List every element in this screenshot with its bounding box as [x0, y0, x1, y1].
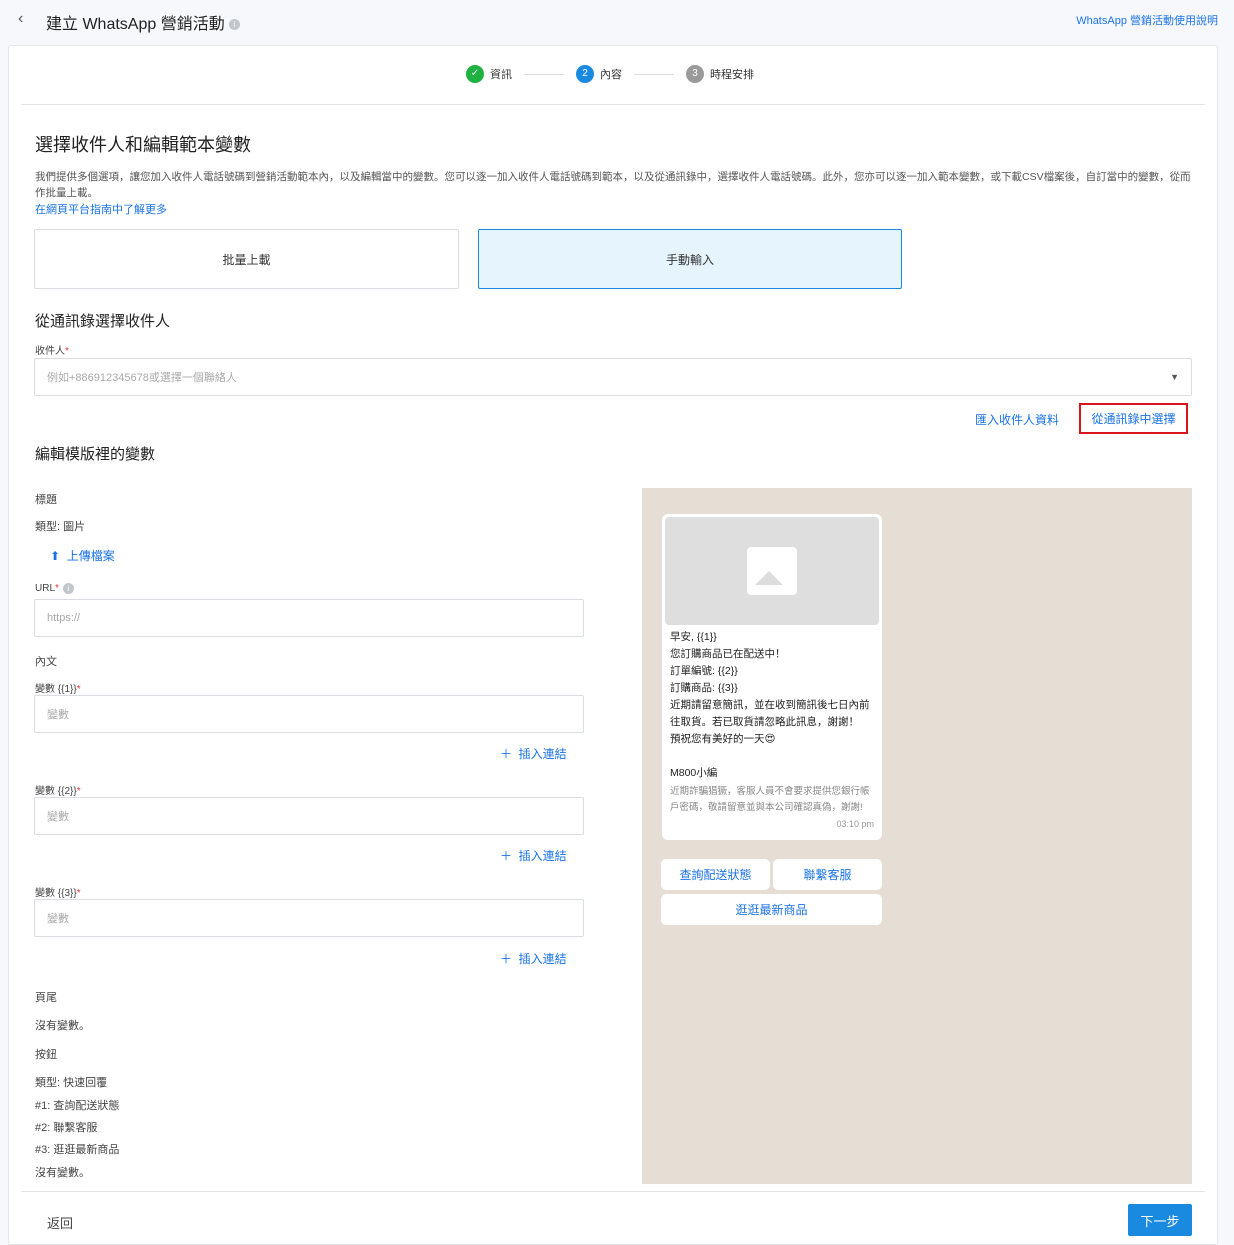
select-from-contacts-link[interactable]: 從通訊錄中選擇	[1079, 403, 1188, 434]
learn-more-link[interactable]: 在網頁平台指南中了解更多	[35, 201, 167, 217]
variable-3-input[interactable]: 變數	[34, 899, 584, 937]
upload-icon: ⬆	[50, 549, 61, 563]
recipients-label: 收件人*	[35, 346, 69, 357]
page-title: 建立 WhatsApp 營銷活動 i	[46, 10, 240, 34]
variable-1-label: 變數 {{1}}*	[35, 684, 81, 695]
import-recipients-link[interactable]: 匯入收件人資料	[975, 411, 1059, 428]
recipients-input[interactable]: 例如+886912345678或選擇一個聯絡人 ▼	[34, 358, 1192, 396]
body-label: 內文	[35, 656, 57, 668]
variable-3-label: 變數 {{3}}*	[35, 888, 81, 899]
step-schedule: 3 時程安排	[686, 65, 754, 83]
variable-2-input[interactable]: 變數	[34, 797, 584, 835]
description: 我們提供多個選項，讓您加入收件人電話號碼到營銷活動範本內，以及編輯當中的變數。您…	[35, 171, 1191, 199]
footer-label: 頁尾	[35, 992, 57, 1004]
whatsapp-preview: 早安, {{1}} 您訂購商品已在配送中！ 訂單編號: {{2}} 訂購商品: {{3…	[642, 488, 1192, 1184]
buttons-label: 按鈕	[35, 1049, 57, 1061]
tab-bulk-upload[interactable]: 批量上載	[34, 229, 459, 289]
buttons-none: 沒有變數。	[35, 1167, 90, 1179]
url-input[interactable]: https://	[34, 599, 584, 637]
button-item: #3: 逛逛最新商品	[35, 1144, 120, 1156]
button-item: #2: 聯繫客服	[35, 1122, 98, 1134]
back-button[interactable]: 返回	[47, 1213, 73, 1232]
variables-title: 編輯模版裡的變數	[35, 446, 156, 463]
button-item: #1: 查詢配送狀態	[35, 1100, 120, 1112]
next-button[interactable]: 下一步	[1128, 1204, 1192, 1236]
message-bubble: 早安, {{1}} 您訂購商品已在配送中！ 訂單編號: {{2}} 訂購商品: {{3…	[662, 514, 882, 840]
info-icon: i	[62, 583, 74, 594]
recipients-title: 從通訊錄選擇收件人	[35, 313, 171, 330]
step-info: ✓ 資訊	[466, 65, 512, 83]
preview-button-new-products[interactable]: 逛逛最新商品	[661, 894, 882, 925]
preview-button-support[interactable]: 聯繫客服	[773, 859, 882, 890]
stepper: ✓ 資訊 2 內容 3 時程安排	[466, 65, 754, 83]
check-icon: ✓	[466, 65, 484, 83]
url-label: URL* i	[35, 583, 74, 594]
insert-link-3[interactable]: ＋ 插入連結	[500, 950, 567, 967]
header-label: 標題	[35, 494, 57, 506]
step-content: 2 內容	[576, 65, 622, 83]
upload-file-button[interactable]: ⬆ 上傳檔案	[50, 547, 115, 564]
back-icon[interactable]: ‹	[18, 10, 23, 28]
footer-none: 沒有變數。	[35, 1020, 90, 1032]
help-link[interactable]: WhatsApp 營銷活動使用說明	[1076, 12, 1218, 28]
tab-manual-input[interactable]: 手動輸入	[478, 229, 902, 289]
variable-2-label: 變數 {{2}}*	[35, 786, 81, 797]
buttons-type: 類型: 快速回覆	[35, 1077, 108, 1089]
insert-link-2[interactable]: ＋ 插入連結	[500, 847, 567, 864]
image-placeholder-icon	[665, 517, 879, 625]
insert-link-1[interactable]: ＋ 插入連結	[500, 745, 567, 762]
header-type: 類型: 圖片	[35, 521, 86, 533]
preview-button-delivery[interactable]: 查詢配送狀態	[661, 859, 770, 890]
dropdown-icon[interactable]: ▼	[1170, 372, 1179, 382]
info-icon: i	[228, 19, 240, 31]
variable-1-input[interactable]: 變數	[34, 695, 584, 733]
section-title: 選擇收件人和編輯範本變數	[35, 135, 251, 155]
